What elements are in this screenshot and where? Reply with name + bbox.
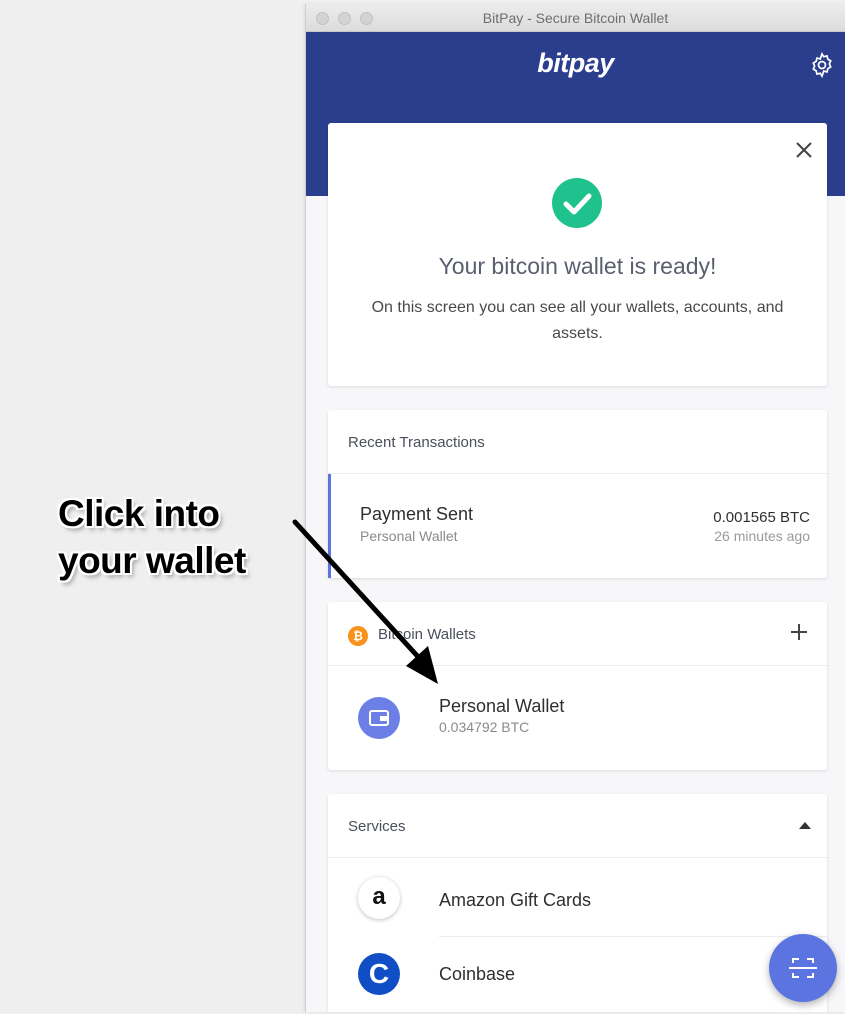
section-header: Recent Transactions	[328, 410, 827, 474]
recent-transactions-card: Recent Transactions Payment Sent Persona…	[328, 410, 827, 578]
bitcoin-icon: ₿	[348, 626, 368, 646]
wallet-balance: 0.034792 BTC	[439, 719, 530, 735]
close-icon[interactable]	[795, 141, 813, 159]
wallet-ready-card: Your bitcoin wallet is ready! On this sc…	[328, 123, 827, 386]
gear-icon[interactable]	[809, 52, 835, 78]
wallet-item-personal[interactable]: Personal Wallet 0.034792 BTC	[328, 666, 827, 770]
annotation-line: Click into	[58, 493, 220, 534]
service-item-amazon[interactable]: a Amazon Gift Cards	[328, 860, 827, 936]
annotation-line: your wallet	[58, 540, 246, 581]
check-circle-icon	[552, 178, 602, 228]
bitcoin-wallets-card: ₿ Bitcoin Wallets Personal Wallet 0.0347…	[328, 602, 827, 770]
scan-icon	[789, 958, 817, 978]
instruction-annotation: Click into your wallet	[58, 490, 246, 584]
title-bar: BitPay - Secure Bitcoin Wallet	[306, 4, 845, 32]
transaction-time: 26 minutes ago	[714, 528, 810, 544]
amazon-icon: a	[358, 877, 400, 919]
section-header[interactable]: Services	[328, 794, 827, 858]
scan-button[interactable]	[769, 934, 837, 1002]
plus-icon[interactable]	[789, 622, 809, 642]
app-window: BitPay - Secure Bitcoin Wallet bitpay Yo…	[305, 4, 845, 1012]
wallet-name: Personal Wallet	[439, 696, 565, 716]
bitpay-logo: bitpay	[537, 48, 614, 78]
transaction-amount: 0.001565 BTC	[713, 509, 810, 526]
section-header: ₿ Bitcoin Wallets	[328, 602, 827, 666]
services-card: Services a Amazon Gift Cards C Coinbase	[328, 794, 827, 1012]
transaction-row[interactable]: Payment Sent Personal Wallet 0.001565 BT…	[328, 474, 827, 578]
section-title: Recent Transactions	[348, 434, 485, 451]
service-name: Amazon Gift Cards	[439, 890, 592, 910]
transaction-title: Payment Sent	[360, 504, 474, 524]
wallet-icon	[358, 697, 400, 739]
caret-up-icon[interactable]	[799, 822, 811, 829]
service-name: Coinbase	[439, 964, 516, 984]
window-title: BitPay - Secure Bitcoin Wallet	[482, 10, 669, 26]
coinbase-icon: C	[358, 953, 400, 995]
section-title: Bitcoin Wallets	[378, 626, 476, 643]
section-title: Services	[348, 818, 406, 835]
card-description: On this screen you can see all your wall…	[371, 299, 784, 342]
service-item-coinbase[interactable]: C Coinbase	[328, 937, 827, 1012]
transaction-wallet: Personal Wallet	[360, 528, 458, 544]
card-title: Your bitcoin wallet is ready!	[438, 253, 717, 279]
